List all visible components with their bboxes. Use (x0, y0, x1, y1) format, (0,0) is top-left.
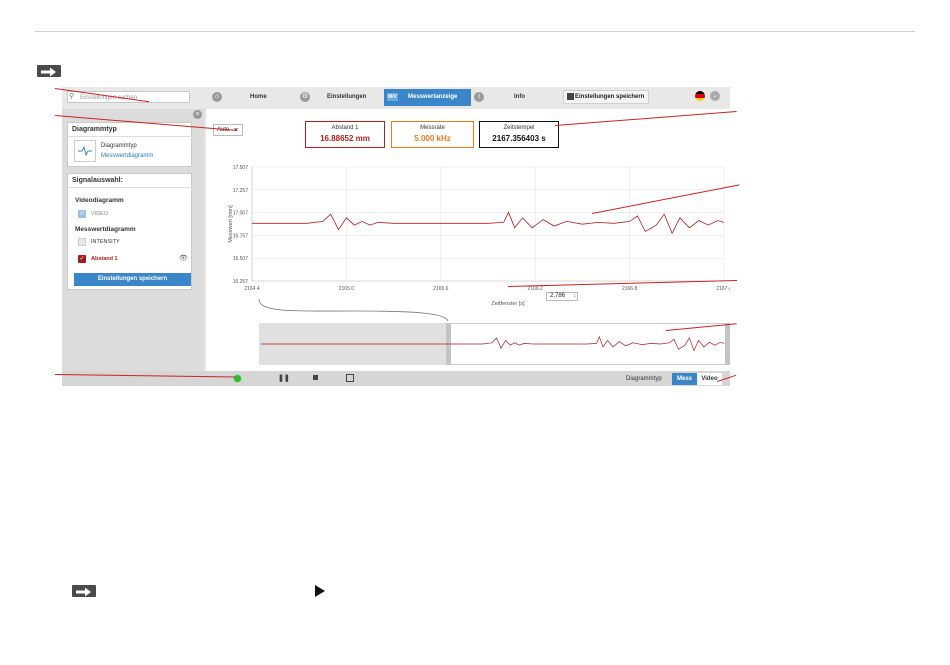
bottom-diagramtype-label: Diagrammtyp (626, 376, 662, 382)
y-tick-label: 16.507 (233, 256, 249, 262)
video-item-label: VIDEO (91, 211, 109, 217)
x-axis-label: Zeitfenster [s] (491, 301, 525, 307)
readout-abstand-value: 16.88652 mm (320, 134, 370, 143)
stepper-icon: ↕ (573, 293, 577, 299)
x-tick-label: 2167.4 (716, 286, 730, 292)
window-value: 2,786 (550, 293, 566, 299)
signal-divider (67, 187, 192, 188)
search-icon: ⚲ (69, 93, 75, 100)
nav-measurement-label: Messwertanzeige (408, 94, 458, 100)
sidebar-save-label: Einstellungen speichern (97, 276, 168, 282)
readout-messrate-value: 5.000 kHz (414, 134, 451, 143)
arrow-icon (37, 65, 61, 77)
x-tick-label: 2166.2 (528, 286, 544, 292)
overview-series-line (261, 335, 725, 352)
x-tick-label: 2165.0 (339, 286, 355, 292)
readout-messrate: Messrate 5.000 kHz (391, 121, 474, 148)
waveform-icon (74, 140, 96, 162)
mess-group-label: Messwertdiagramm (75, 226, 136, 233)
diagramtype-divider (67, 136, 192, 137)
abstand-checkbox[interactable]: ✓ (78, 255, 86, 263)
home-icon[interactable]: ⌂ (212, 92, 222, 102)
mess-toggle-button[interactable]: Mess (672, 373, 697, 385)
arrow-icon (72, 585, 96, 597)
readout-abstand: Abstand 1 16.88652 mm (305, 121, 385, 148)
diagramtype-value-link[interactable]: Messwertdiagramm (101, 153, 153, 159)
x-tick-label: 2166.8 (622, 286, 638, 292)
stop-icon[interactable] (313, 375, 318, 380)
x-tick-label: 2165.6 (433, 286, 449, 292)
y-tick-label: 17.507 (233, 165, 249, 171)
readout-messrate-label: Messrate (420, 125, 445, 131)
overview-bracket (258, 298, 449, 322)
video-toggle-label: Video (701, 376, 718, 382)
x-tick-label: 2164.4 (244, 286, 260, 292)
readout-abstand-label: Abstand 1 (331, 125, 359, 131)
y-tick-label: 17.007 (233, 211, 249, 217)
readout-zeitstempel-value: 2167.356403 s (492, 134, 546, 143)
nav-home[interactable]: Home (250, 94, 267, 100)
status-led-icon (233, 374, 242, 383)
left-bottom-bar (62, 371, 206, 386)
y-tick-label: 16.257 (233, 279, 249, 285)
gear-icon[interactable]: ⚙ (300, 92, 310, 102)
readout-zeitstempel: Zeitstempel 2167.356403 s (479, 121, 559, 148)
save-settings-button[interactable]: Einstellungen speichern (563, 90, 649, 104)
save-settings-label: Einstellungen speichern (575, 94, 645, 100)
top-divider (35, 31, 915, 32)
video-group-label: Videodiagramm (75, 197, 124, 204)
signal-title: Signalauswahl: (72, 177, 123, 184)
chevron-down-icon[interactable]: ⌄ (710, 91, 720, 101)
intensity-item-label: INTENSITY (91, 239, 120, 245)
nav-settings[interactable]: Einstellungen (327, 94, 366, 100)
pause-icon[interactable]: ❚❚ (278, 374, 290, 382)
diagramtype-label: Diagrammtyp (101, 143, 137, 149)
floppy-icon (567, 93, 574, 100)
y-tick-label: 16.757 (233, 233, 249, 239)
y-tick-label: 17.257 (233, 188, 249, 194)
measurement-chart[interactable]: 17.507 17.257 17.007 16.757 16.507 16.2572164… (206, 150, 730, 320)
mess-toggle-label: Mess (676, 376, 692, 382)
intensity-checkbox[interactable] (78, 238, 86, 246)
nav-info[interactable]: Info (514, 94, 525, 100)
abstand-item-label: Abstand 1 (91, 256, 118, 262)
measurement-tab-icon: M/V (387, 93, 398, 101)
readout-zeitstempel-label: Zeitstempel (503, 125, 535, 131)
german-flag-icon[interactable] (695, 91, 705, 101)
video-checkbox[interactable]: ✓ (78, 210, 86, 218)
info-icon[interactable]: i (474, 92, 484, 102)
video-toggle-button[interactable]: Video (697, 373, 722, 385)
play-triangle-icon (315, 585, 325, 597)
overview-chart (261, 335, 725, 352)
series-line (252, 211, 725, 235)
y-axis-label: Messwert [mm] (228, 205, 234, 243)
window-stepper[interactable]: 2,786 ↕ (546, 292, 578, 301)
eye-icon[interactable]: 👁 (179, 254, 188, 262)
sidebar-save-button[interactable]: Einstellungen speichern (74, 273, 191, 286)
diagramtype-title: Diagrammtyp (72, 126, 117, 133)
floppy-save-icon[interactable] (346, 374, 354, 382)
close-icon[interactable]: × (193, 110, 202, 119)
